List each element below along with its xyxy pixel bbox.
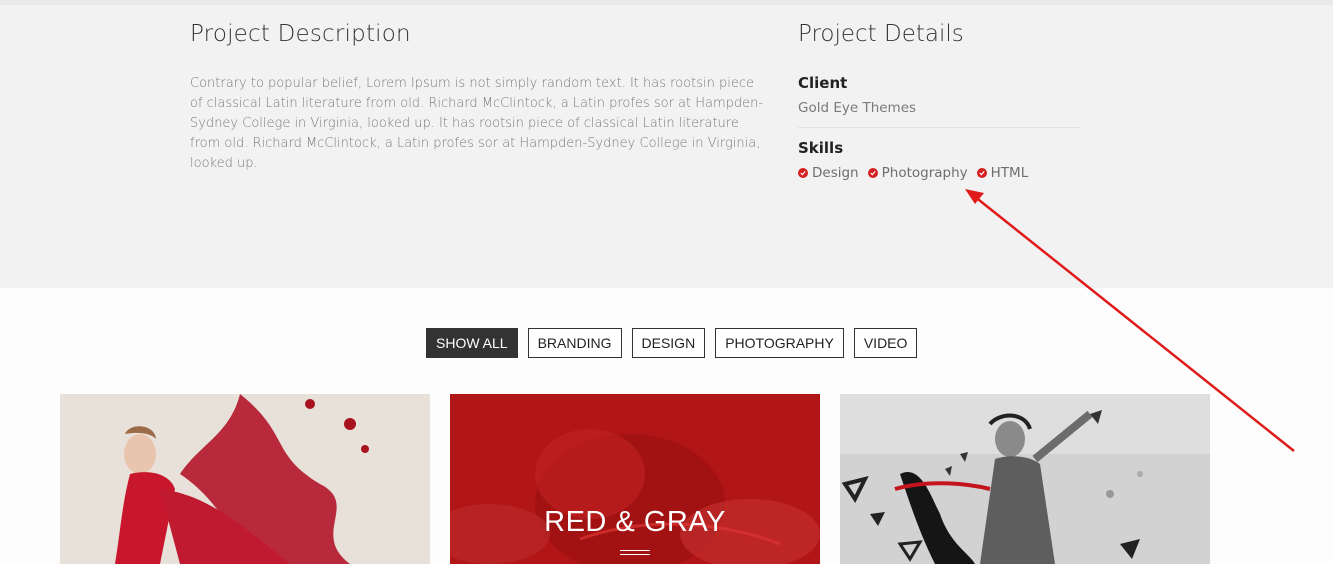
check-circle-icon (798, 168, 808, 178)
project-description: Project Description Contrary to popular … (190, 21, 770, 174)
filter-design[interactable]: DESIGN (631, 328, 706, 358)
filter-branding[interactable]: BRANDING (527, 328, 622, 358)
project-details: Project Details Client Gold Eye Themes S… (798, 21, 1080, 181)
portfolio-page: Project Description Contrary to popular … (0, 0, 1333, 564)
skill-label: Photography (881, 165, 968, 181)
filter-video[interactable]: VIDEO (853, 328, 918, 358)
description-title: Project Description (190, 21, 411, 47)
skill-html: HTML (976, 165, 1029, 181)
portfolio-item-red-dress[interactable] (60, 394, 430, 564)
dancer-image (840, 394, 1210, 564)
details-divider (798, 127, 1080, 128)
skill-photography: Photography (867, 165, 968, 181)
skills-list: Design Photography HTML (798, 165, 1080, 181)
caption-underline (620, 554, 650, 555)
project-details-section: Project Description Contrary to popular … (0, 5, 1333, 288)
caption-underline (620, 550, 650, 551)
skill-design: Design (798, 165, 859, 181)
portfolio-item-red-gray[interactable]: RED & GRAY (450, 394, 820, 564)
filter-photography[interactable]: PHOTOGRAPHY (715, 328, 844, 358)
client-value: Gold Eye Themes (798, 100, 917, 116)
details-title: Project Details (798, 21, 964, 47)
red-dress-image (60, 394, 430, 564)
skills-label: Skills (798, 139, 844, 157)
check-circle-icon (867, 168, 878, 178)
tile-caption: RED & GRAY (544, 506, 726, 538)
client-label: Client (798, 74, 848, 92)
portfolio-filters: SHOW ALL BRANDING DESIGN PHOTOGRAPHY VID… (426, 328, 918, 358)
portfolio-item-dancer[interactable] (840, 394, 1210, 564)
check-circle-icon (976, 168, 987, 178)
skill-label: Design (812, 165, 859, 181)
skill-label: HTML (990, 165, 1029, 181)
description-body: Contrary to popular belief, Lorem Ipsum … (190, 76, 764, 171)
filter-show-all[interactable]: SHOW ALL (426, 328, 518, 358)
